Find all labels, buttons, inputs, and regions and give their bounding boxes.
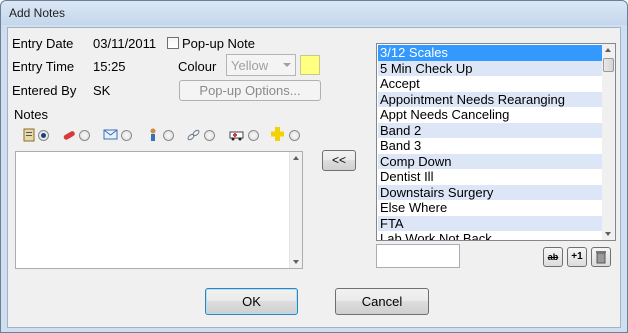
- scroll-up-icon[interactable]: [605, 48, 611, 52]
- entry-date-value: 03/11/2011: [93, 36, 157, 51]
- cancel-button[interactable]: Cancel: [335, 288, 429, 315]
- scroll-down-icon[interactable]: [605, 232, 611, 236]
- new-phrase-input[interactable]: [376, 244, 460, 268]
- note-type-radio-notes[interactable]: [38, 130, 49, 141]
- colour-select-value: Yellow: [231, 58, 269, 73]
- edit-phrase-label: ab: [547, 252, 559, 262]
- medical-cross-icon: [271, 127, 284, 141]
- entry-time-value: 15:25: [93, 59, 126, 74]
- note-type-radio-cross[interactable]: [289, 130, 300, 141]
- phrase-list-scrollbar[interactable]: [602, 44, 615, 240]
- trash-icon: [596, 251, 606, 264]
- list-item[interactable]: Comp Down: [378, 153, 603, 169]
- list-item[interactable]: Dentist Ill: [378, 169, 603, 185]
- window-title: Add Notes: [9, 6, 66, 20]
- list-item[interactable]: 5 Min Check Up: [378, 60, 603, 76]
- list-item[interactable]: Appt Needs Canceling: [378, 107, 603, 123]
- entered-by-label: Entered By: [12, 83, 77, 98]
- entry-date-label: Entry Date: [12, 36, 74, 51]
- delete-phrase-button[interactable]: [591, 247, 611, 267]
- pills-icon: [63, 131, 75, 140]
- list-item[interactable]: 3/12 Scales: [378, 45, 603, 61]
- list-item[interactable]: Else Where: [378, 200, 603, 216]
- colour-label: Colour: [178, 59, 217, 74]
- list-item[interactable]: Appointment Needs Rearanging: [378, 91, 603, 107]
- popup-note-label[interactable]: Pop-up Note: [182, 36, 255, 51]
- popup-options-button[interactable]: Pop-up Options...: [179, 80, 321, 101]
- scroll-down-icon[interactable]: [293, 260, 299, 264]
- note-type-radio-ambulance[interactable]: [248, 130, 259, 141]
- ambulance-icon: [229, 131, 244, 141]
- colour-swatch[interactable]: [300, 55, 320, 75]
- add-notes-window: Add Notes Entry Date 03/11/2011 Entry Ti…: [0, 0, 628, 333]
- envelope-icon: [103, 129, 118, 140]
- note-type-radio-link[interactable]: [204, 130, 215, 141]
- notes-scrollbar[interactable]: [289, 152, 302, 268]
- scroll-up-icon[interactable]: [293, 156, 299, 160]
- add-phrase-label: +1: [571, 251, 583, 262]
- entered-by-value: SK: [93, 83, 111, 98]
- notes-label: Notes: [14, 107, 48, 122]
- person-icon: [150, 128, 156, 141]
- chevron-down-icon: [283, 63, 291, 67]
- notes-textarea[interactable]: [15, 151, 303, 269]
- edit-phrase-button[interactable]: ab: [543, 247, 563, 267]
- note-type-radio-pills[interactable]: [79, 130, 90, 141]
- notes-icon: [23, 128, 35, 142]
- add-phrase-button[interactable]: +1: [567, 247, 587, 267]
- colour-select[interactable]: Yellow: [226, 54, 296, 76]
- note-type-radio-envelope[interactable]: [121, 130, 132, 141]
- list-item[interactable]: Lab Work Not Back: [378, 231, 603, 240]
- entry-time-label: Entry Time: [12, 59, 75, 74]
- insert-phrase-button[interactable]: <<: [322, 150, 356, 171]
- link-icon: [187, 129, 200, 141]
- title-bar[interactable]: Add Notes: [1, 1, 627, 25]
- list-item[interactable]: Band 3: [378, 138, 603, 154]
- ok-button[interactable]: OK: [205, 288, 298, 315]
- note-type-radio-person[interactable]: [163, 130, 174, 141]
- dialog-body: Entry Date 03/11/2011 Entry Time 15:25 E…: [7, 27, 621, 328]
- list-item[interactable]: FTA: [378, 215, 603, 231]
- popup-note-checkbox[interactable]: [167, 37, 179, 49]
- list-item[interactable]: Accept: [378, 76, 603, 92]
- phrase-list[interactable]: 3/12 Scales 5 Min Check Up Accept Appoin…: [376, 43, 616, 241]
- list-item[interactable]: Downstairs Surgery: [378, 184, 603, 200]
- scroll-thumb[interactable]: [603, 58, 614, 72]
- list-item[interactable]: Band 2: [378, 122, 603, 138]
